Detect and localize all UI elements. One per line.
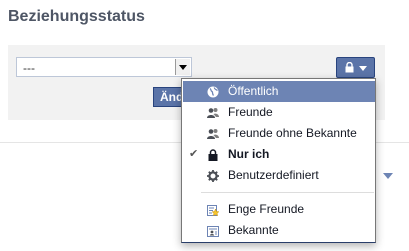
menu-item-close-friends[interactable]: Enge Freunde [183, 199, 375, 220]
edit-caret-icon[interactable] [383, 173, 393, 179]
globe-icon [207, 86, 219, 98]
acquaintances-list-icon [207, 226, 219, 237]
checkmark-icon: ✔ [189, 148, 199, 160]
privacy-selector-button[interactable] [336, 57, 375, 78]
menu-item-custom[interactable]: Benutzerdefiniert [183, 165, 375, 186]
lock-icon [345, 62, 354, 73]
gear-icon [207, 170, 219, 182]
menu-item-only-me[interactable]: ✔ Nur ich [183, 144, 375, 165]
section-title: Beziehungsstatus [8, 8, 145, 25]
caret-down-icon [359, 66, 367, 71]
friends-except-acquaintances-icon [207, 129, 219, 139]
friends-icon [207, 108, 219, 118]
chevron-down-icon[interactable] [175, 59, 190, 75]
relationship-status-value: --- [23, 61, 35, 75]
menu-separator [201, 192, 374, 193]
menu-item-acquaintances[interactable]: Bekannte [183, 220, 375, 241]
star-list-icon [207, 205, 219, 216]
relationship-status-select[interactable]: --- [16, 57, 192, 77]
menu-item-public[interactable]: Öffentlich [183, 81, 375, 102]
menu-item-friends[interactable]: Freunde [183, 102, 375, 123]
privacy-menu: Öffentlich Freunde Freunde ohne Bekannte… [181, 78, 376, 243]
menu-item-friends-except-acquaintances[interactable]: Freunde ohne Bekannte [183, 123, 375, 144]
lock-icon [208, 149, 218, 161]
